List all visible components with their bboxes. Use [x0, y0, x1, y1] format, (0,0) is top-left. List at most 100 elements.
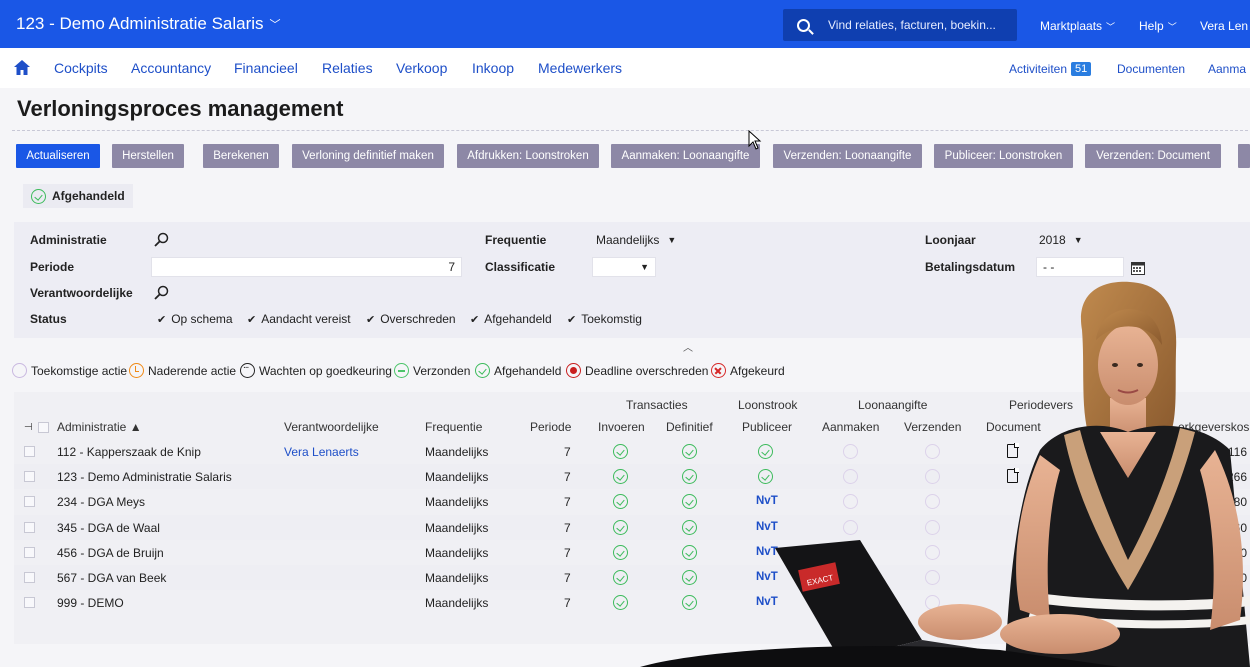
verzenden-pending-icon[interactable]	[925, 595, 940, 610]
aanmaken-pending-icon[interactable]	[843, 444, 858, 459]
aanmaken-pending-icon[interactable]	[843, 595, 858, 610]
status-afgehandeld-checkbox[interactable]: ✔ Afgehandeld	[470, 312, 552, 326]
publiceer-done-icon[interactable]	[758, 444, 773, 459]
loonjaar-select[interactable]: 2018 ▼	[1039, 233, 1083, 247]
user-menu[interactable]: Vera Len	[1200, 19, 1248, 33]
definitief-done-icon[interactable]	[682, 545, 697, 560]
betalingsdatum-input[interactable]: - -	[1036, 257, 1124, 277]
invoeren-done-icon[interactable]	[613, 545, 628, 560]
cell-verantwoordelijke[interactable]: Vera Lenaerts	[284, 445, 359, 459]
aanmaken-pending-icon[interactable]	[843, 494, 858, 509]
aanmaken-pending-icon[interactable]	[843, 520, 858, 535]
select-all-checkbox[interactable]	[38, 422, 49, 433]
activiteiten-link[interactable]: Activiteiten 51	[1009, 62, 1092, 76]
nav-inkoop[interactable]: Inkoop	[472, 60, 514, 76]
row-checkbox[interactable]	[24, 471, 35, 482]
cell-administratie[interactable]: 456 - DGA de Bruijn	[57, 546, 164, 560]
col-frequentie[interactable]: Frequentie	[425, 420, 482, 434]
invoeren-done-icon[interactable]	[613, 494, 628, 509]
administration-switcher[interactable]: 123 - Demo Administratie Salaris ﹀	[16, 14, 281, 34]
col-administratie[interactable]: Administratie ▲	[57, 420, 142, 434]
berekenen-button[interactable]: Berekenen	[203, 144, 279, 168]
cell-administratie[interactable]: 999 - DEMO	[57, 596, 124, 610]
row-checkbox[interactable]	[24, 446, 35, 457]
row-checkbox[interactable]	[24, 496, 35, 507]
global-search-input[interactable]: Vind relaties, facturen, boekin...	[783, 9, 1017, 41]
nav-verkoop[interactable]: Verkoop	[396, 60, 447, 76]
status-op-schema-checkbox[interactable]: ✔ Op schema	[157, 312, 233, 326]
collapse-filters-icon[interactable]: ︿	[683, 339, 693, 354]
definitief-done-icon[interactable]	[682, 494, 697, 509]
calendar-icon[interactable]	[1131, 261, 1145, 275]
classificatie-select[interactable]: ▼	[592, 257, 656, 277]
cell-administratie[interactable]: 123 - Demo Administratie Salaris	[57, 470, 232, 484]
invoeren-done-icon[interactable]	[613, 469, 628, 484]
definitief-done-icon[interactable]	[682, 595, 697, 610]
cell-administratie[interactable]: 345 - DGA de Waal	[57, 521, 160, 535]
actualiseren-button[interactable]: Actualiseren	[16, 144, 100, 168]
invoeren-done-icon[interactable]	[613, 595, 628, 610]
aanmaken-pending-icon[interactable]	[843, 545, 858, 560]
verzenden-pending-icon[interactable]	[925, 520, 940, 535]
verzenden-pending-icon[interactable]	[925, 444, 940, 459]
row-checkbox[interactable]	[24, 597, 35, 608]
row-checkbox[interactable]	[24, 547, 35, 558]
lookup-icon[interactable]	[154, 232, 169, 247]
pin-icon[interactable]: ⊣	[24, 422, 33, 433]
aanmaken-loonaangifte-button[interactable]: Aanmaken: Loonaangifte	[611, 144, 760, 168]
aanmaken-pending-icon[interactable]	[843, 469, 858, 484]
table-row[interactable]	[14, 565, 1250, 590]
home-icon[interactable]	[14, 60, 30, 75]
verzenden-pending-icon[interactable]	[925, 545, 940, 560]
frequentie-select[interactable]: Maandelijks ▼	[596, 233, 676, 247]
cell-administratie[interactable]: 567 - DGA van Beek	[57, 571, 166, 585]
cell-administratie[interactable]: 112 - Kapperszaak de Knip	[57, 445, 201, 459]
aanmaken-link[interactable]: Aanma	[1208, 62, 1246, 76]
verzenden-document-button[interactable]: Verzenden: Document	[1085, 144, 1221, 168]
verzenden-loonaangifte-button[interactable]: Verzenden: Loonaangifte	[773, 144, 922, 168]
invoeren-done-icon[interactable]	[613, 520, 628, 535]
invoeren-done-icon[interactable]	[613, 570, 628, 585]
periode-input[interactable]: 7	[151, 257, 462, 277]
table-row[interactable]	[14, 590, 1250, 615]
col-definitief[interactable]: Definitief	[666, 420, 713, 434]
definitief-done-icon[interactable]	[682, 570, 697, 585]
invoeren-done-icon[interactable]	[613, 444, 628, 459]
table-row[interactable]	[14, 489, 1250, 514]
status-filter-chip[interactable]: Afgehandeld	[23, 184, 133, 208]
nav-cockpits[interactable]: Cockpits	[54, 60, 108, 76]
aanmaken-pending-icon[interactable]	[843, 570, 858, 585]
col-verantwoordelijke[interactable]: Verantwoordelijke	[284, 420, 379, 434]
herstellen-button[interactable]: Herstellen	[112, 144, 184, 168]
status-aandacht-checkbox[interactable]: ✔ Aandacht vereist	[247, 312, 351, 326]
row-checkbox[interactable]	[24, 572, 35, 583]
documenten-link[interactable]: Documenten	[1117, 62, 1185, 76]
marktplaats-menu[interactable]: Marktplaats ﹀	[1040, 19, 1115, 33]
table-row[interactable]	[14, 540, 1250, 565]
verzenden-pending-icon[interactable]	[925, 494, 940, 509]
definitief-done-icon[interactable]	[682, 520, 697, 535]
document-icon[interactable]	[1007, 468, 1019, 483]
col-invoeren[interactable]: Invoeren	[598, 420, 645, 434]
status-toekomstig-checkbox[interactable]: ✔ Toekomstig	[567, 312, 642, 326]
document-icon[interactable]	[1007, 443, 1019, 458]
verloning-definitief-button[interactable]: Verloning definitief maken	[292, 144, 444, 168]
col-werkgeverskosten[interactable]: erkgeverskos	[1178, 420, 1249, 434]
publiceer-done-icon[interactable]	[758, 469, 773, 484]
nav-financieel[interactable]: Financieel	[234, 60, 298, 76]
col-periode[interactable]: Periode	[530, 420, 571, 434]
help-menu[interactable]: Help ﹀	[1139, 19, 1177, 33]
afdrukken-loonstroken-button[interactable]: Afdrukken: Loonstroken	[457, 144, 599, 168]
publiceer-loonstroken-button[interactable]: Publiceer: Loonstroken	[934, 144, 1073, 168]
status-overschreden-checkbox[interactable]: ✔ Overschreden	[366, 312, 456, 326]
definitief-done-icon[interactable]	[682, 444, 697, 459]
verzenden-pending-icon[interactable]	[925, 570, 940, 585]
nav-accountancy[interactable]: Accountancy	[131, 60, 211, 76]
col-aanmaken[interactable]: Aanmaken	[822, 420, 879, 434]
col-document[interactable]: Document	[986, 420, 1041, 434]
definitief-done-icon[interactable]	[682, 469, 697, 484]
row-checkbox[interactable]	[24, 522, 35, 533]
lookup-icon[interactable]	[154, 285, 169, 300]
table-row[interactable]	[14, 515, 1250, 540]
verzenden-pending-icon[interactable]	[925, 469, 940, 484]
